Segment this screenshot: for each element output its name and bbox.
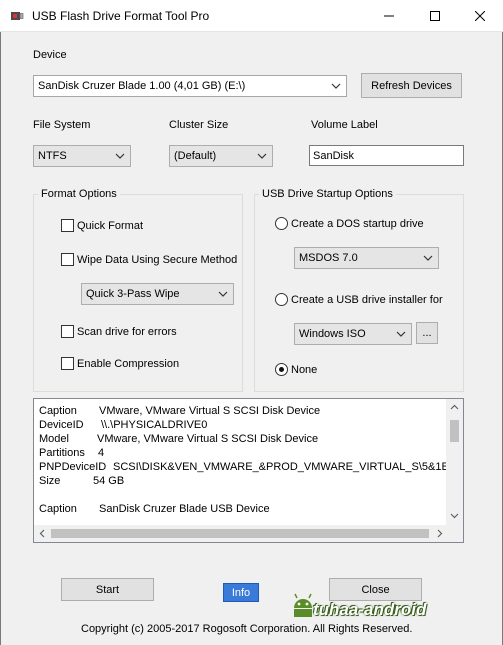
volume-label-label: Volume Label: [311, 119, 378, 131]
scroll-up-icon[interactable]: [450, 404, 459, 410]
minimize-icon: [384, 15, 394, 17]
info-line: PNPDeviceID SCSI\DISK&VEN_VMWARE_&PROD_VM…: [39, 461, 463, 473]
device-select[interactable]: SanDisk Cruzer Blade 1.00 (4,01 GB) (E:\…: [33, 75, 347, 97]
browse-label: ...: [422, 327, 432, 339]
info-value: VMware, VMware Virtual S SCSI Disk Devic…: [97, 433, 319, 445]
file-system-value: NTFS: [38, 150, 67, 162]
file-system-label: File System: [33, 119, 91, 131]
window-title: USB Flash Drive Format Tool Pro: [32, 9, 210, 23]
horizontal-scrollbar[interactable]: [34, 525, 448, 542]
scan-errors-label: Scan drive for errors: [77, 326, 177, 338]
file-system-select[interactable]: NTFS: [33, 145, 131, 167]
dos-startup-radio[interactable]: [275, 217, 288, 230]
info-key: DeviceID: [39, 419, 84, 431]
compression-label: Enable Compression: [77, 358, 180, 370]
wipe-data-checkbox[interactable]: [61, 253, 74, 266]
cluster-size-label: Cluster Size: [169, 119, 229, 131]
maximize-icon: [430, 11, 440, 21]
vertical-scroll-thumb[interactable]: [450, 420, 459, 442]
cluster-size-value: (Default): [174, 150, 217, 162]
device-info-box[interactable]: Caption VMware, VMware Virtual S SCSI Dis…: [33, 398, 464, 543]
quick-format-checkbox[interactable]: [61, 219, 74, 232]
quick-format-label: Quick Format: [77, 220, 144, 232]
cluster-size-select[interactable]: (Default): [169, 145, 273, 167]
wipe-method-value: Quick 3-Pass Wipe: [86, 288, 180, 300]
installer-label: Create a USB drive installer for: [291, 294, 443, 306]
close-window-button[interactable]: [457, 0, 503, 32]
installer-source-select[interactable]: Windows ISO: [294, 323, 412, 345]
info-line: Partitions 4: [39, 447, 104, 459]
info-key: Caption: [39, 503, 77, 515]
browse-button[interactable]: ...: [416, 322, 438, 344]
none-label: None: [291, 364, 318, 376]
window-border-left: [0, 32, 1, 645]
close-label: Close: [361, 583, 390, 596]
info-value: SanDisk Cruzer Blade USB Device: [99, 503, 270, 515]
scan-errors-checkbox[interactable]: [61, 325, 74, 338]
none-radio[interactable]: [275, 363, 288, 376]
watermark-text: tuhaa-android: [313, 600, 427, 619]
refresh-devices-button[interactable]: Refresh Devices: [361, 73, 462, 98]
dos-startup-label: Create a DOS startup drive: [291, 218, 424, 230]
info-value: SCSI\DISK&VEN_VMWARE_&PROD_VMWARE_VIRTUA…: [113, 461, 463, 473]
installer-source-value: Windows ISO: [299, 328, 366, 340]
info-line: Model VMware, VMware Virtual S SCSI Disk …: [39, 433, 318, 445]
chevron-down-icon: [115, 153, 125, 159]
scroll-left-icon[interactable]: [39, 529, 45, 538]
chevron-down-icon: [257, 153, 267, 159]
chevron-down-icon: [218, 291, 228, 297]
usb-app-icon: [11, 12, 24, 20]
info-key: Model: [39, 433, 69, 445]
device-select-value: SanDisk Cruzer Blade 1.00 (4,01 GB) (E:\…: [38, 80, 246, 92]
installer-radio[interactable]: [275, 293, 288, 306]
scroll-down-icon[interactable]: [450, 513, 459, 519]
scroll-right-icon[interactable]: [437, 529, 443, 538]
scrollbar-corner: [446, 525, 463, 542]
info-value: \\.\PHYSICALDRIVE0: [101, 419, 208, 431]
volume-label-input[interactable]: SanDisk: [309, 145, 464, 166]
info-line: Size 54 GB: [39, 475, 124, 487]
info-key: Size: [39, 475, 61, 487]
wipe-method-select[interactable]: Quick 3-Pass Wipe: [81, 283, 234, 305]
title-bar: USB Flash Drive Format Tool Pro: [0, 0, 503, 32]
info-value: VMware, VMware Virtual S SCSI Disk Devic…: [99, 405, 321, 417]
close-icon: [475, 11, 485, 21]
info-key: PNPDeviceID: [39, 461, 107, 473]
chevron-down-icon: [331, 83, 341, 89]
dos-version-value: MSDOS 7.0: [299, 252, 358, 264]
info-line: Caption SanDisk Cruzer Blade USB Device: [39, 503, 270, 515]
info-button[interactable]: Info: [223, 583, 259, 602]
maximize-button[interactable]: [412, 0, 458, 32]
info-key: Caption: [39, 405, 77, 417]
minimize-button[interactable]: [366, 0, 412, 32]
info-key: Partitions: [39, 447, 85, 459]
wipe-data-label: Wipe Data Using Secure Method: [77, 254, 238, 266]
info-line: DeviceID \\.\PHYSICALDRIVE0: [39, 419, 207, 431]
info-line: Caption VMware, VMware Virtual S SCSI Dis…: [39, 405, 320, 417]
compression-checkbox[interactable]: [61, 357, 74, 370]
close-button[interactable]: Close: [329, 578, 422, 601]
format-options-title: Format Options: [38, 188, 120, 200]
start-button[interactable]: Start: [61, 578, 154, 601]
volume-label-value: SanDisk: [313, 149, 354, 162]
device-label: Device: [33, 49, 67, 61]
start-label: Start: [95, 583, 120, 596]
startup-options-title: USB Drive Startup Options: [259, 188, 396, 200]
dos-version-select[interactable]: MSDOS 7.0: [294, 247, 439, 269]
info-label: Info: [231, 586, 251, 599]
refresh-devices-label: Refresh Devices: [371, 79, 452, 92]
copyright-text: Copyright (c) 2005-2017 Rogosoft Corpora…: [81, 623, 413, 635]
info-value: 54 GB: [93, 475, 125, 487]
vertical-scrollbar[interactable]: [446, 399, 463, 525]
chevron-down-icon: [396, 331, 406, 337]
info-value: 4: [98, 447, 105, 459]
horizontal-scroll-thumb[interactable]: [51, 529, 429, 538]
chevron-down-icon: [423, 255, 433, 261]
